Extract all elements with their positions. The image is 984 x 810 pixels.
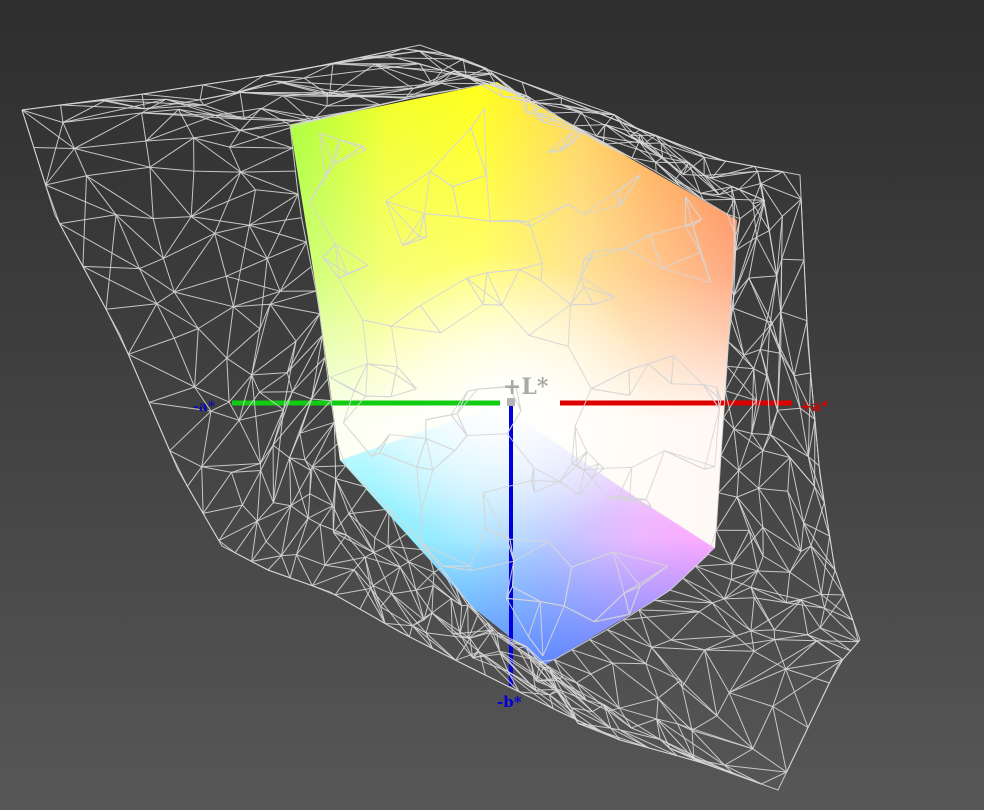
a-plus-axis-label: +a* — [800, 399, 829, 415]
b-minus-axis-label: -b* — [497, 693, 522, 711]
a-minus-axis-label: -a* — [193, 399, 216, 415]
gamut-3d-viewport[interactable]: +L* +a* -a* -b* — [0, 0, 984, 810]
l-plus-axis-label: +L* — [503, 374, 549, 400]
